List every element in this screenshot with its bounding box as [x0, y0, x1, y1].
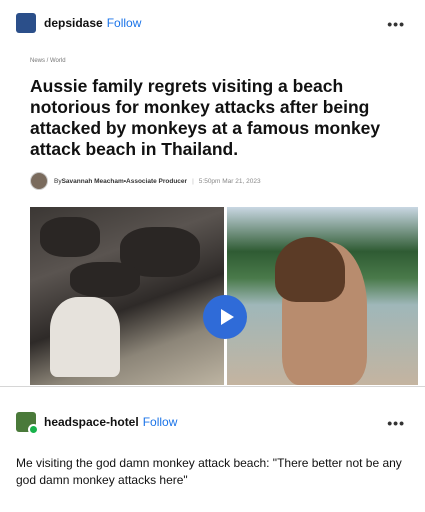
avatar[interactable] [16, 412, 39, 435]
username[interactable]: headspace-hotel [44, 415, 139, 429]
play-icon[interactable] [203, 295, 247, 339]
post-header: depsidase Follow [16, 11, 141, 35]
post-text: Me visiting the god damn monkey attack b… [16, 456, 402, 487]
article-headline: Aussie family regrets visiting a beach n… [30, 76, 381, 159]
timestamp: 5:50pm Mar 21, 2023 [198, 177, 261, 185]
username[interactable]: depsidase [44, 16, 103, 30]
author-role: Associate Producer [126, 177, 188, 185]
author-name: Savannah Meacham [61, 177, 124, 185]
online-badge-icon [28, 424, 39, 435]
hair-shape [275, 237, 345, 302]
byline: By Savannah Meacham • Associate Producer… [30, 172, 418, 190]
avatar[interactable] [16, 13, 36, 33]
more-horizontal-icon[interactable]: ••• [387, 16, 405, 32]
image-left [30, 207, 224, 385]
follow-button[interactable]: Follow [107, 16, 142, 30]
more-horizontal-icon[interactable]: ••• [387, 415, 405, 431]
person-figure [50, 297, 120, 377]
byline-prefix: By [54, 177, 62, 185]
article-card: News / World Aussie family regrets visit… [30, 58, 418, 190]
post-header: headspace-hotel Follow [16, 410, 178, 435]
byline-separator: | [192, 177, 194, 185]
follow-button[interactable]: Follow [143, 415, 178, 429]
post-divider [0, 386, 425, 387]
video-thumbnail[interactable] [30, 207, 418, 385]
image-right [227, 207, 418, 385]
author-avatar [30, 172, 48, 190]
breadcrumb: News / World [30, 58, 66, 64]
play-triangle [220, 309, 234, 325]
